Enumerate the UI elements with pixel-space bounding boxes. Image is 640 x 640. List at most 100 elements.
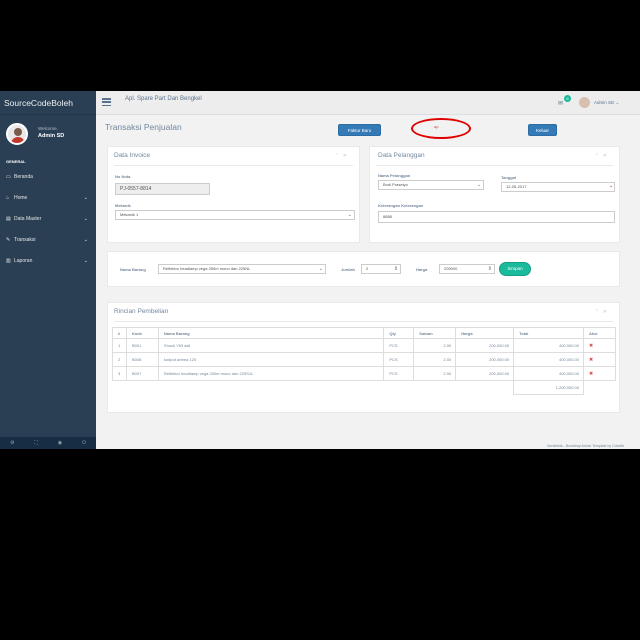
- chevron-down-icon: ⌄: [347, 212, 352, 218]
- table-cell: 1: [112, 338, 127, 353]
- spinner-icon: ⇕: [487, 266, 492, 272]
- panel-tools[interactable]: ⌃✕: [595, 309, 611, 315]
- customer-select[interactable]: Budi Prasetyo ⌄: [378, 180, 484, 190]
- column-header: Qty: [383, 327, 415, 339]
- column-header: Harga: [455, 327, 515, 339]
- sidebar-item-laporan[interactable]: ▥ Laporan ⌄: [0, 251, 96, 272]
- table-cell: PCS: [383, 366, 415, 381]
- exit-button[interactable]: Keluar: [528, 124, 557, 136]
- envelope-icon[interactable]: ✉: [558, 100, 563, 107]
- menu-section-label: GENERAL: [6, 159, 26, 164]
- table-cell: B007: [125, 366, 159, 381]
- sidebar-item-label: Laporan: [14, 258, 33, 264]
- column-header: Satuan: [413, 327, 457, 339]
- sidebar-item-label: Transaksi: [14, 237, 36, 243]
- notification-badge: 6: [564, 95, 571, 102]
- customer-panel-title: Data Pelanggan: [378, 152, 425, 159]
- qty-value: 2: [366, 266, 369, 271]
- customer-name-label: Nama Pelanggan: [378, 173, 411, 178]
- sidebar: SourceCodeBoleh Welcome, Admin SD GENERA…: [0, 91, 96, 449]
- table-cell: 200,000.00: [455, 352, 515, 367]
- user-menu[interactable]: Admin SD ⌄: [594, 100, 619, 106]
- customer-panel: Data Pelanggan ⌃✕ Nama Pelanggan Budi Pr…: [369, 146, 620, 243]
- column-header: #: [112, 327, 127, 339]
- column-header: Kode: [125, 327, 159, 339]
- note-label: Keterangan Keterangan: [378, 203, 424, 208]
- menu-toggle-icon[interactable]: [102, 98, 111, 107]
- app-title: Apl. Spare Part Dan Bengkel: [125, 96, 202, 102]
- table-cell: 400,000.00: [513, 352, 584, 367]
- sidebar-item-transaksi[interactable]: ✎ Transaksi ⌄: [0, 230, 96, 251]
- delete-icon[interactable]: ✖: [589, 357, 593, 363]
- avatar: [6, 123, 28, 145]
- delete-icon[interactable]: ✖: [589, 343, 593, 349]
- table-cell: PCS: [383, 352, 415, 367]
- profile-block: Welcome, Admin SD: [0, 121, 96, 157]
- column-header: Nama Barang: [157, 327, 385, 339]
- action-cell: ✖: [583, 338, 616, 353]
- table-cell: 2.00: [413, 352, 457, 367]
- grand-total: 1,200,000.00: [513, 380, 584, 395]
- price-value: 200000: [444, 266, 458, 271]
- sidebar-item-label: Home: [14, 195, 28, 201]
- chevron-down-icon: ⌄: [83, 195, 88, 201]
- settings-icon[interactable]: ⚙: [10, 440, 14, 446]
- power-icon[interactable]: ⏻: [82, 440, 86, 446]
- price-input[interactable]: 200000 ⇕: [439, 264, 495, 274]
- date-input[interactable]: 12-05-2017 ▪: [501, 182, 615, 192]
- table-cell: kodpot antrea 120: [157, 352, 385, 367]
- highlight-label: up: [434, 124, 439, 129]
- column-header: Aksi: [583, 327, 616, 339]
- page-title: Transaksi Penjualan: [105, 122, 182, 132]
- table-cell: Reflektor headlamp vega 250m mono dan 22…: [157, 366, 385, 381]
- table-cell: 200,000.00: [455, 338, 515, 353]
- sidebar-item-beranda[interactable]: ▭ Beranda: [0, 167, 96, 188]
- laptop-icon: ▭: [6, 174, 11, 180]
- qty-input[interactable]: 2 ⇕: [361, 264, 401, 274]
- note-input[interactable]: 8888: [378, 211, 615, 223]
- spinner-icon: ⇕: [393, 266, 398, 272]
- mekanik-label: Mekanik: [115, 203, 131, 208]
- action-cell: ✖: [583, 366, 616, 381]
- customer-value: Budi Prasetyo: [383, 182, 408, 187]
- lock-icon[interactable]: ◉: [58, 440, 62, 446]
- table-cell: 400,000.00: [513, 338, 584, 353]
- action-cell: ✖: [583, 352, 616, 367]
- app-window: SourceCodeBoleh Welcome, Admin SD GENERA…: [0, 91, 640, 449]
- fullscreen-icon[interactable]: ⛶: [34, 440, 38, 446]
- qty-label: Jumlah: [341, 267, 356, 272]
- item-select[interactable]: Reflektor headlamp vega 250m mono dan 22…: [158, 264, 326, 274]
- sidebar-item-label: Data Master: [14, 216, 42, 222]
- panel-tools[interactable]: ⌃✕: [595, 153, 611, 159]
- no-nota-field: PJ-0557-8814: [115, 183, 210, 195]
- sidebar-item-data-master[interactable]: ▤ Data Master ⌄: [0, 209, 96, 230]
- calendar-icon: ▪: [610, 184, 612, 190]
- sidebar-item-home[interactable]: ⌂ Home ⌄: [0, 188, 96, 209]
- user-name: Admin SD: [38, 133, 65, 139]
- table-cell: 3: [112, 366, 127, 381]
- user-avatar[interactable]: [579, 97, 590, 108]
- brand-title[interactable]: SourceCodeBoleh: [0, 91, 96, 115]
- item-name-label: Nama Barang: [120, 267, 146, 272]
- invoice-panel-title: Data Invoice: [114, 152, 151, 159]
- table-cell: B001: [125, 338, 159, 353]
- mekanik-value: Mekanik 1: [120, 212, 139, 217]
- panel-tools[interactable]: ⌃✕: [335, 153, 351, 159]
- no-nota-label: No Nota: [115, 174, 131, 179]
- highlight-ellipse: [411, 118, 471, 139]
- top-nav: Apl. Spare Part Dan Bengkel ✉ 6 Admin SD…: [96, 91, 640, 115]
- home-icon: ⌂: [6, 195, 10, 201]
- chevron-down-icon: ⌄: [83, 237, 88, 243]
- table-cell: 400,000.00: [513, 366, 584, 381]
- detail-panel-title: Rincian Pembelian: [114, 308, 169, 315]
- table-icon: ▤: [6, 216, 11, 222]
- table-row: 3 B007 Reflektor headlamp vega 250m mono d…: [112, 366, 616, 381]
- table-cell: 2.00: [413, 338, 457, 353]
- mekanik-select[interactable]: Mekanik 1 ⌄: [115, 210, 355, 220]
- new-invoice-button[interactable]: Faktur Baru: [338, 124, 381, 136]
- delete-icon[interactable]: ✖: [589, 371, 593, 377]
- chevron-down-icon: ⌄: [83, 258, 88, 264]
- date-value: 12-05-2017: [506, 184, 527, 189]
- save-button[interactable]: Simpan: [499, 262, 531, 276]
- sidebar-item-label: Beranda: [14, 174, 33, 180]
